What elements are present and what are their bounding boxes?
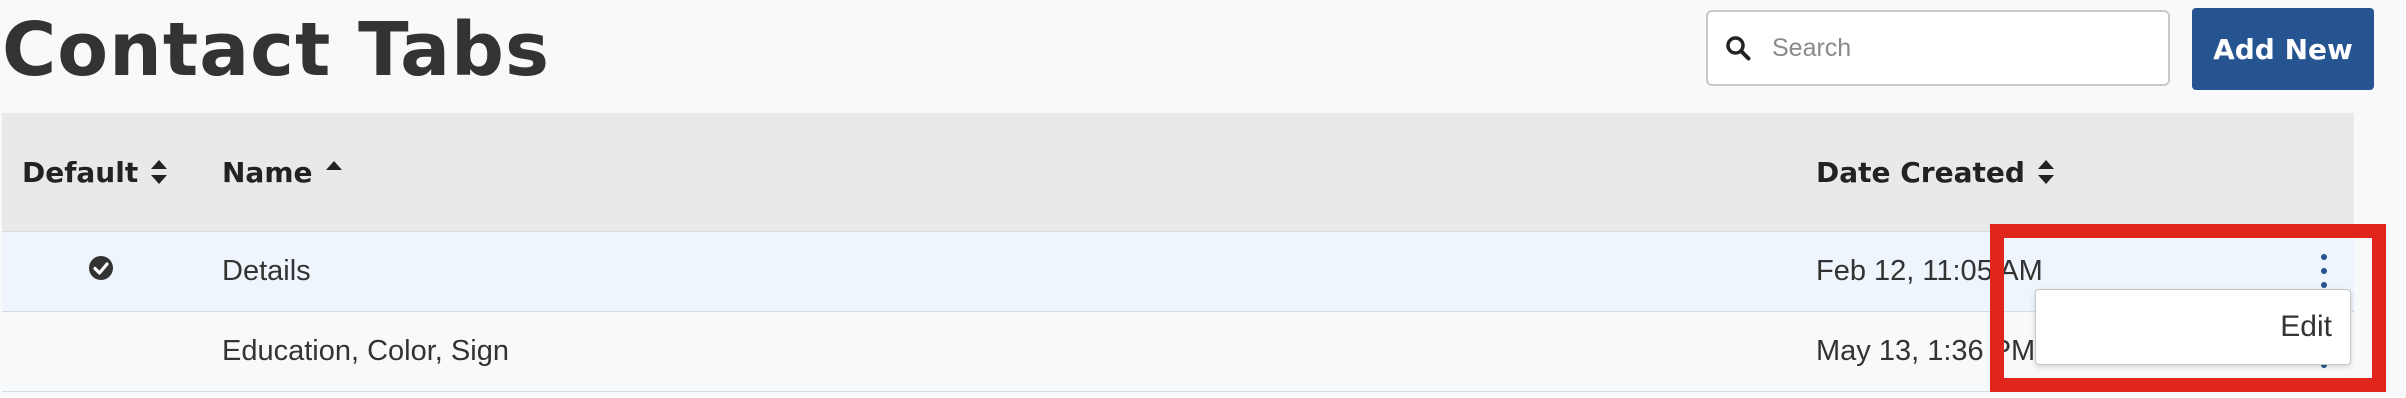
sort-both-icon	[150, 159, 168, 185]
page: Contact Tabs Add New Default Na	[0, 0, 2406, 398]
row-actions-menu-icon[interactable]	[2314, 254, 2334, 288]
column-header-default[interactable]: Default	[22, 113, 168, 231]
column-header-date-created[interactable]: Date Created	[1816, 113, 2055, 231]
search-input[interactable]	[1770, 17, 2168, 79]
add-new-button[interactable]: Add New	[2192, 8, 2374, 90]
name-cell: Education, Color, Sign	[222, 335, 509, 367]
sort-ascending-icon	[325, 159, 343, 185]
column-header-label: Date Created	[1816, 155, 2025, 189]
date-created-cell: May 13, 1:36 PM	[1816, 335, 2036, 367]
page-title: Contact Tabs	[2, 7, 551, 93]
row-actions-dropdown: Edit	[2035, 289, 2351, 365]
column-header-name[interactable]: Name	[222, 113, 343, 231]
name-cell: Details	[222, 255, 311, 287]
table-header: Default Name Date Created	[2, 113, 2354, 232]
sort-both-icon	[2037, 159, 2055, 185]
search-box[interactable]	[1706, 10, 2170, 86]
date-created-cell: Feb 12, 11:05 AM	[1816, 255, 2043, 287]
table-row[interactable]: Details Feb 12, 11:05 AM	[2, 232, 2354, 312]
column-header-label: Default	[22, 155, 139, 189]
edit-menu-item[interactable]: Edit	[2280, 290, 2332, 364]
search-icon	[1724, 34, 1752, 62]
contact-tabs-table: Default Name Date Created Details Feb 12…	[2, 113, 2354, 392]
default-cell	[88, 232, 114, 311]
column-header-label: Name	[222, 155, 313, 189]
table-row[interactable]: Education, Color, Sign May 13, 1:36 PM	[2, 312, 2354, 392]
check-circle-icon	[88, 255, 114, 289]
